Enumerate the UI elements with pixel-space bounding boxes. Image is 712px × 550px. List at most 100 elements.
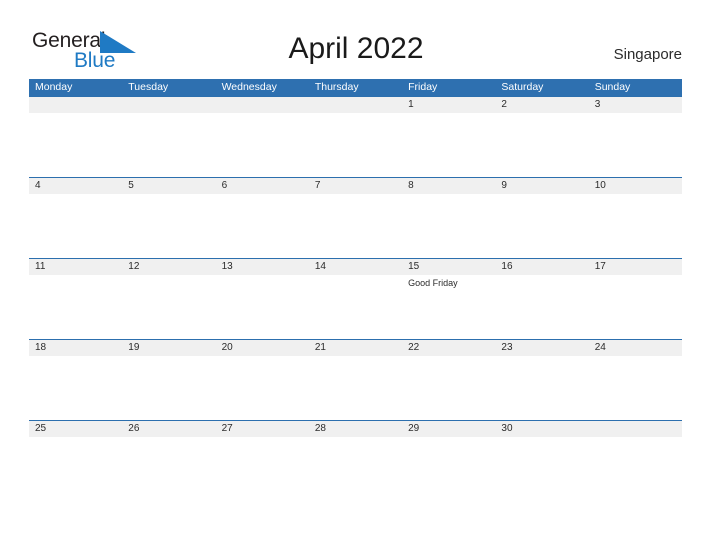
day-number: 17	[594, 261, 606, 272]
day-number: 28	[314, 423, 326, 434]
day-event-cell[interactable]	[122, 275, 215, 339]
day-cell[interactable]	[215, 96, 309, 113]
day-number: 13	[221, 261, 233, 272]
day-event-cell[interactable]	[402, 113, 495, 177]
day-cell[interactable]: 20	[215, 339, 309, 356]
day-event-cell[interactable]	[309, 356, 402, 420]
day-event-cell[interactable]	[589, 113, 682, 177]
day-cell[interactable]: 25	[29, 420, 123, 437]
day-number: 30	[501, 423, 513, 434]
day-event-cell[interactable]	[216, 356, 309, 420]
day-cell[interactable]: 28	[308, 420, 403, 437]
day-cell[interactable]: 12	[122, 258, 216, 275]
day-event-cell[interactable]	[122, 113, 215, 177]
day-cell[interactable]	[122, 96, 216, 113]
day-cell[interactable]: 11	[29, 258, 123, 275]
day-cell[interactable]	[588, 420, 682, 437]
day-number: 11	[35, 261, 46, 272]
day-cell[interactable]: 8	[402, 177, 496, 194]
day-event-cell[interactable]	[216, 275, 309, 339]
day-cell[interactable]: 18	[29, 339, 123, 356]
weekday-header-thursday: Thursday	[314, 81, 359, 93]
day-event-cell[interactable]	[29, 356, 122, 420]
day-event-cell[interactable]	[29, 194, 122, 258]
day-cell[interactable]: 13	[215, 258, 309, 275]
day-cell[interactable]: 7	[308, 177, 403, 194]
day-number: 21	[314, 342, 326, 353]
day-event-cell[interactable]	[402, 194, 495, 258]
weekday-header-sunday: Sunday	[594, 81, 631, 93]
day-cell[interactable]: 27	[215, 420, 309, 437]
day-cell[interactable]: 24	[588, 339, 682, 356]
day-cell[interactable]: 9	[495, 177, 589, 194]
week-event-row	[29, 194, 682, 258]
week-row: 11 12 13 14 15 16 17 Good Friday	[29, 258, 682, 339]
day-event-cell[interactable]	[495, 275, 588, 339]
day-event-cell[interactable]	[29, 437, 122, 501]
page-title: April 2022	[288, 32, 424, 65]
day-event-cell[interactable]	[216, 113, 309, 177]
day-event-cell[interactable]	[589, 194, 682, 258]
day-event-cell[interactable]	[495, 356, 588, 420]
day-cell[interactable]: 16	[495, 258, 589, 275]
day-event-cell[interactable]	[589, 437, 682, 501]
day-event-cell[interactable]	[122, 356, 215, 420]
day-cell[interactable]	[308, 96, 403, 113]
day-cell[interactable]: 30	[495, 420, 589, 437]
day-number: 2	[501, 99, 507, 110]
day-event-cell[interactable]	[402, 437, 495, 501]
day-number: 29	[408, 423, 420, 434]
day-event-cell[interactable]	[589, 275, 682, 339]
day-event-text: Good Friday	[408, 278, 458, 288]
week-date-band: 18 19 20 21 22 23 24	[29, 339, 682, 356]
day-number: 7	[314, 180, 321, 191]
day-event-cell[interactable]	[29, 113, 122, 177]
day-event-cell[interactable]: Good Friday	[402, 275, 495, 339]
day-cell[interactable]: 23	[495, 339, 589, 356]
week-row: 18 19 20 21 22 23 24	[29, 339, 682, 420]
day-cell[interactable]: 2	[495, 96, 589, 113]
day-number: 3	[594, 99, 601, 110]
day-event-cell[interactable]	[495, 113, 588, 177]
week-date-band: 4 5 6 7 8 9 10	[29, 177, 682, 194]
day-event-cell[interactable]	[402, 356, 495, 420]
day-cell[interactable]: 1	[402, 96, 496, 113]
day-cell[interactable]: 26	[122, 420, 216, 437]
day-cell[interactable]: 15	[402, 258, 496, 275]
day-cell[interactable]: 6	[215, 177, 309, 194]
day-cell[interactable]: 22	[402, 339, 496, 356]
day-cell[interactable]: 10	[588, 177, 682, 194]
week-event-row	[29, 113, 682, 177]
week-event-row: Good Friday	[29, 275, 682, 339]
day-cell[interactable]: 19	[122, 339, 216, 356]
day-number: 25	[35, 423, 47, 434]
day-number: 14	[314, 261, 326, 272]
day-cell[interactable]: 17	[588, 258, 682, 275]
day-cell[interactable]: 21	[308, 339, 403, 356]
day-event-cell[interactable]	[495, 194, 588, 258]
day-cell[interactable]: 29	[402, 420, 496, 437]
weekday-header-monday: Monday	[35, 81, 73, 93]
week-row: 4 5 6 7 8 9 10	[29, 177, 682, 258]
day-cell[interactable]: 5	[122, 177, 216, 194]
day-event-cell[interactable]	[309, 194, 402, 258]
day-cell[interactable]: 14	[308, 258, 403, 275]
day-event-cell[interactable]	[216, 194, 309, 258]
day-event-cell[interactable]	[589, 356, 682, 420]
day-number: 16	[501, 261, 513, 272]
day-cell[interactable]: 4	[29, 177, 123, 194]
day-event-cell[interactable]	[309, 275, 402, 339]
week-date-band: 11 12 13 14 15 16 17	[29, 258, 682, 275]
day-number: 19	[128, 342, 140, 353]
day-event-cell[interactable]	[309, 437, 402, 501]
day-event-cell[interactable]	[29, 275, 122, 339]
day-cell[interactable]	[29, 96, 123, 113]
day-number: 1	[408, 99, 414, 110]
weekday-header-friday: Friday	[408, 81, 438, 93]
day-event-cell[interactable]	[216, 437, 309, 501]
day-event-cell[interactable]	[495, 437, 588, 501]
day-event-cell[interactable]	[122, 194, 215, 258]
day-cell[interactable]: 3	[588, 96, 682, 113]
day-event-cell[interactable]	[309, 113, 402, 177]
day-event-cell[interactable]	[122, 437, 215, 501]
